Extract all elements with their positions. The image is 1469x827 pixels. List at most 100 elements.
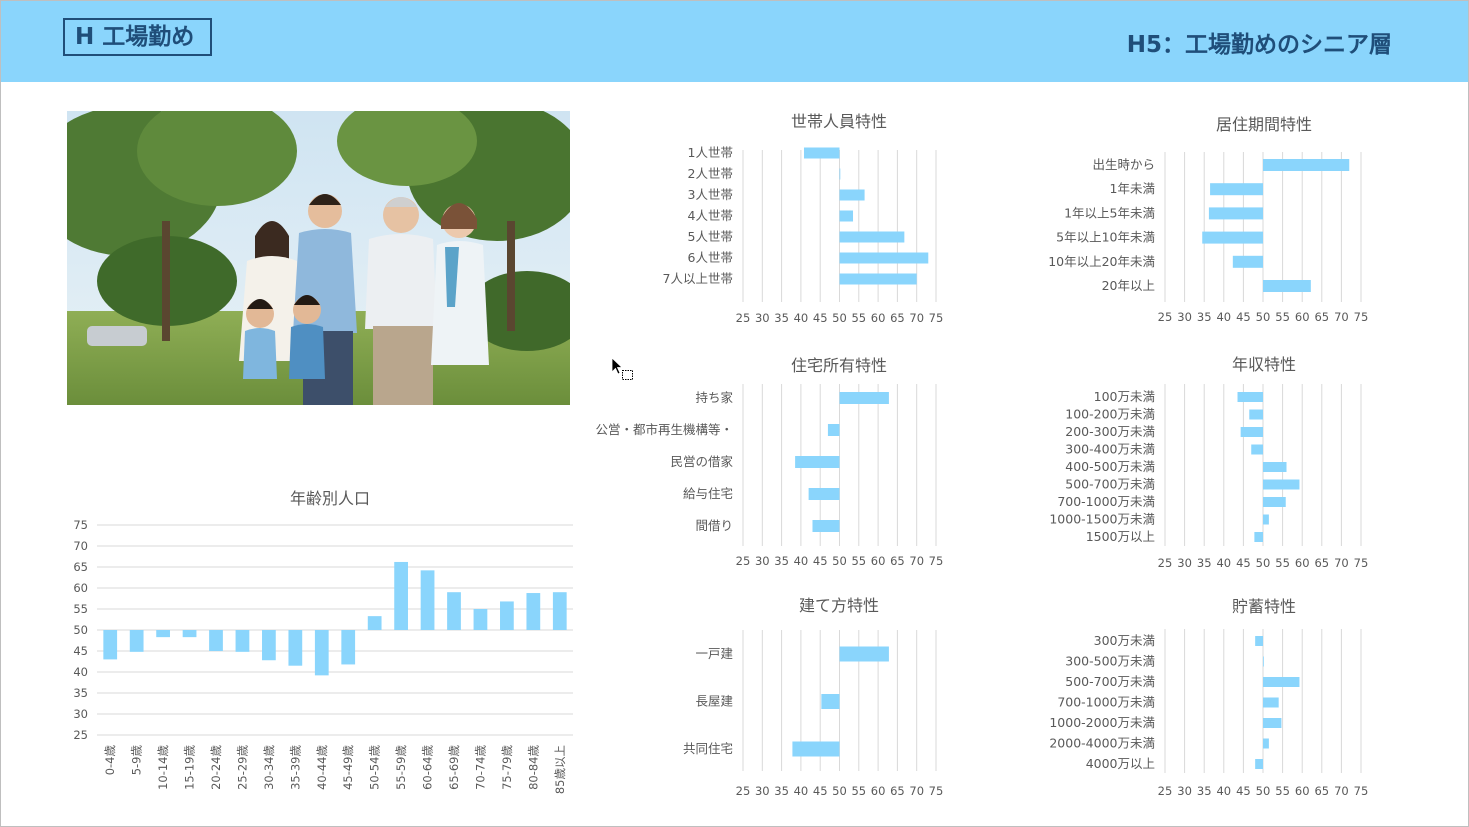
- x-tick-label: 40: [794, 554, 809, 568]
- bar: [552, 592, 567, 630]
- x-tick-label: 70: [1334, 784, 1349, 798]
- bar: [827, 424, 840, 436]
- x-tick-label: 25: [736, 554, 751, 568]
- x-tick-label: 60: [871, 311, 886, 325]
- category-label: 500-700万未満: [1065, 674, 1155, 689]
- bar: [1263, 497, 1286, 507]
- x-tick-label: 25: [736, 784, 751, 798]
- bar: [812, 520, 840, 532]
- bar: [1237, 392, 1263, 402]
- category-label: 65-69歳: [447, 745, 461, 790]
- bar: [839, 646, 889, 662]
- chart-title: 建て方特性: [799, 596, 879, 615]
- category-label: 30-34歳: [262, 745, 276, 790]
- savings-chart: 貯蓄特性 25 30 35 40 45 50 55 60 65 70 75 300万未満 300-500万…: [1031, 591, 1411, 816]
- category-label: 1000-2000万未満: [1049, 715, 1155, 730]
- category-label: 200-300万未満: [1065, 424, 1155, 439]
- x-tick-label: 50: [832, 554, 847, 568]
- chart-title: 年齢別人口: [290, 489, 370, 508]
- bar: [839, 168, 841, 180]
- x-tick-label: 45: [813, 554, 828, 568]
- y-tick-label: 25: [73, 728, 88, 742]
- x-tick-label: 50: [832, 311, 847, 325]
- bar: [1249, 409, 1263, 420]
- bar: [1210, 183, 1263, 196]
- x-tick-label: 75: [1354, 310, 1369, 324]
- bar: [473, 609, 488, 630]
- x-tick-label: 65: [890, 554, 905, 568]
- x-tick-label: 75: [929, 311, 944, 325]
- x-tick-label: 30: [755, 784, 770, 798]
- building-chart-svg: 建て方特性 25 30 35 40 45 50 55 60 65 70 75 一戸建長屋建共同住宅: [683, 596, 943, 798]
- category-label: 300-500万未満: [1065, 654, 1155, 669]
- bar: [526, 593, 541, 630]
- category-label: 700-1000万未満: [1057, 695, 1155, 710]
- bar: [1263, 697, 1279, 708]
- slide: H 工場勤め H5：工場勤めのシニア層 年齢別人口 75 70 65 60 55…: [0, 0, 1469, 827]
- category-label: 5人世帯: [688, 229, 733, 244]
- category-label: 給与住宅: [683, 486, 733, 501]
- x-tick-label: 35: [1197, 310, 1212, 324]
- x-tick-label: 45: [1236, 784, 1251, 798]
- bar: [795, 456, 840, 468]
- bar: [103, 630, 118, 660]
- x-tick-label: 35: [774, 311, 789, 325]
- category-label: 500-700万未満: [1065, 477, 1155, 492]
- bar: [262, 630, 276, 661]
- category-label: 0-4歳: [103, 745, 117, 776]
- residence-chart-svg: 居住期間特性 25 30 35 40 45 50 55 60 65 70 75 出生時から 1年未満 1年以…: [1048, 115, 1369, 324]
- y-tick-label: 50: [73, 623, 88, 637]
- chart-title: 年収特性: [1232, 355, 1296, 374]
- x-tick-label: 35: [1197, 784, 1212, 798]
- bar: [803, 147, 840, 159]
- x-tick-label: 55: [1275, 310, 1290, 324]
- x-tick-label: 65: [1314, 784, 1329, 798]
- x-tick-label: 25: [736, 311, 751, 325]
- x-tick-label: 75: [929, 554, 944, 568]
- x-tick-label: 25: [1158, 556, 1173, 570]
- bar: [839, 210, 854, 222]
- x-tick-label: 45: [813, 784, 828, 798]
- category-label: 35-39歳: [288, 745, 302, 790]
- x-tick-label: 65: [1314, 556, 1329, 570]
- x-tick-label: 60: [1295, 784, 1310, 798]
- age-population-chart: 年齢別人口 75 70 65 60 55 50 45 40 35 30 25 0-4歳 5-9歳 10-14…: [61, 483, 581, 803]
- category-label: 一戸建: [695, 646, 733, 661]
- bar: [447, 592, 461, 630]
- bar: [839, 392, 889, 404]
- bar: [1263, 738, 1269, 749]
- category-label: 公営・都市再生機構等・: [595, 422, 733, 437]
- family-photo: [67, 111, 570, 405]
- x-tick-label: 35: [774, 784, 789, 798]
- bar: [839, 273, 917, 285]
- x-tick-label: 50: [1256, 556, 1271, 570]
- bar: [1254, 532, 1263, 542]
- category-label: 45-49歳: [341, 745, 355, 790]
- annual-income-chart: 年収特性 25 30 35 40 45 50 55 60 65 70 75 100万未満 100-200万…: [1031, 350, 1411, 575]
- chart-title: 世帯人員特性: [791, 112, 887, 131]
- household-chart-svg: 世帯人員特性 25 30 35 40 45 50 55 60 65 70 75 1人世帯 2人世帯 3人世帯…: [663, 112, 944, 325]
- x-tick-label: 45: [1236, 310, 1251, 324]
- bar: [839, 252, 929, 264]
- category-label: 1500万以上: [1086, 529, 1155, 544]
- section-label: H 工場勤め: [63, 18, 212, 56]
- category-label: 60-64歳: [421, 745, 435, 790]
- chart-title: 住宅所有特性: [791, 356, 887, 375]
- y-tick-label: 60: [73, 581, 88, 595]
- x-tick-label: 30: [755, 554, 770, 568]
- chart-title: 貯蓄特性: [1232, 597, 1296, 616]
- income-chart-svg: 年収特性 25 30 35 40 45 50 55 60 65 70 75 100万未満 100-200万…: [1049, 355, 1369, 570]
- x-tick-label: 55: [851, 784, 866, 798]
- chart-title: 居住期間特性: [1216, 115, 1312, 134]
- y-tick-label: 35: [73, 686, 88, 700]
- bar: [1240, 427, 1263, 437]
- x-tick-label: 55: [1275, 556, 1290, 570]
- x-tick-label: 60: [871, 554, 886, 568]
- x-tick-label: 25: [1158, 310, 1173, 324]
- category-label: 2人世帯: [688, 166, 733, 181]
- bar: [182, 630, 197, 638]
- x-tick-label: 75: [1354, 556, 1369, 570]
- bar: [129, 630, 144, 652]
- x-tick-label: 30: [1177, 556, 1192, 570]
- category-label: 15-19歳: [183, 745, 197, 790]
